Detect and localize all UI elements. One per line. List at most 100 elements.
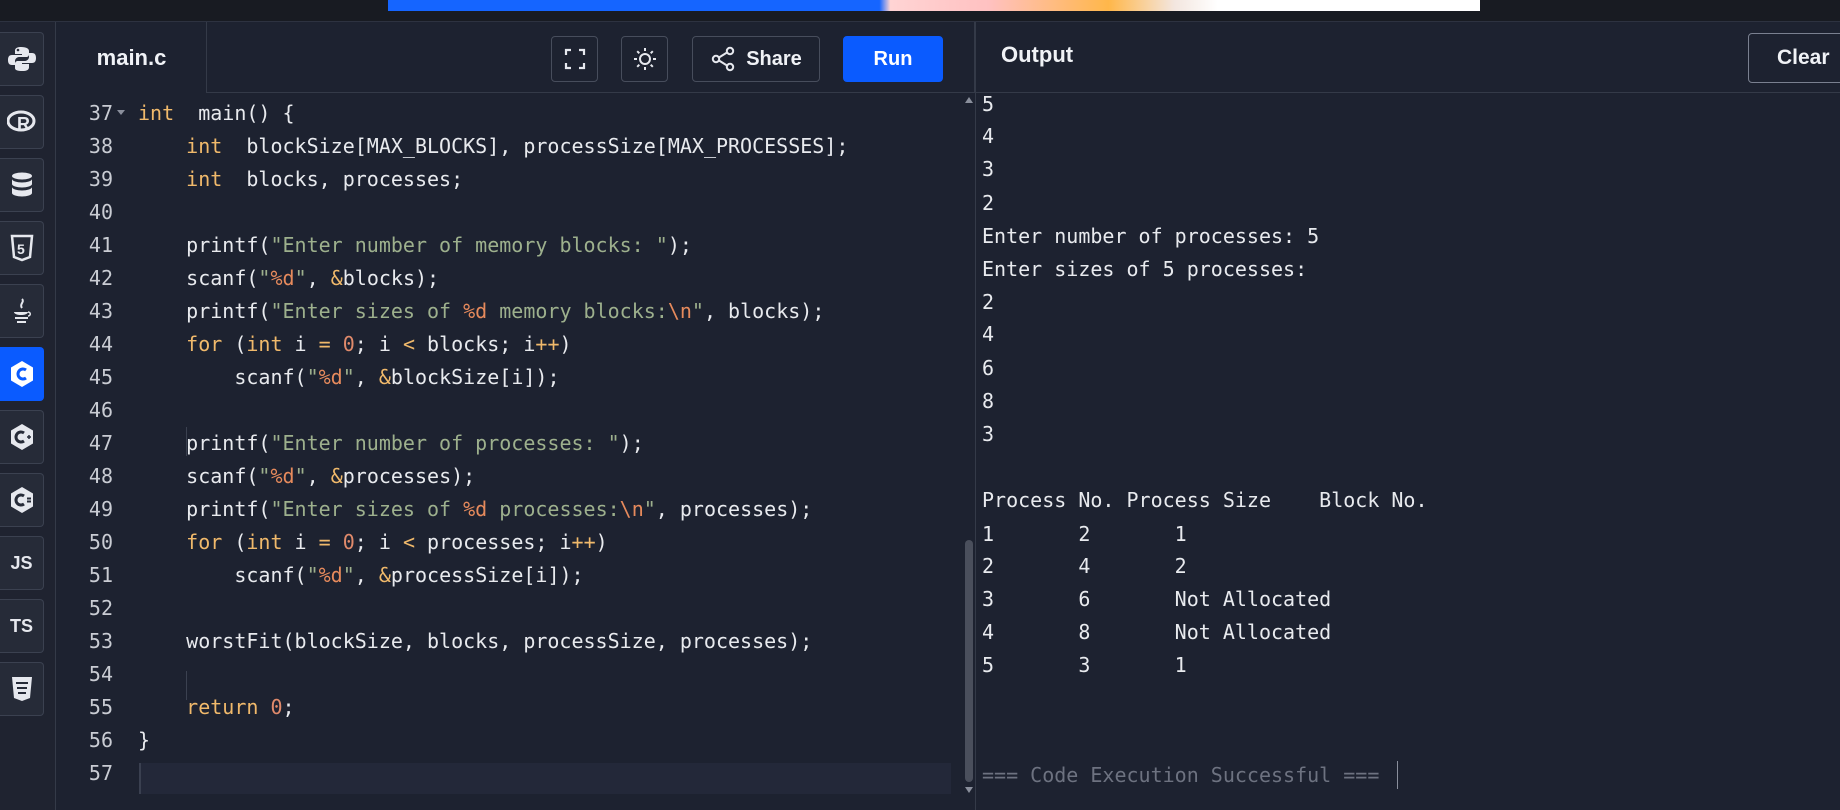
line-number: 41	[88, 233, 113, 257]
code-line[interactable]: 54	[57, 658, 957, 691]
code-line[interactable]: 48 scanf("%d", &processes);	[57, 460, 957, 493]
svg-text:R: R	[17, 114, 30, 134]
code-line[interactable]: 51 scanf("%d", &processSize[i]);	[57, 559, 957, 592]
editor-scrollbar[interactable]	[961, 93, 975, 810]
code-line[interactable]: 56}	[57, 724, 957, 757]
line-number: 37	[88, 101, 113, 125]
code-line[interactable]: 47 printf("Enter number of processes: ")…	[57, 427, 957, 460]
output-line: 4 8 Not Allocated	[982, 620, 1332, 645]
html5-icon[interactable]: 5	[0, 221, 44, 275]
share-button[interactable]: Share	[692, 36, 820, 82]
c-language-icon[interactable]	[0, 347, 44, 401]
clear-button[interactable]: Clear	[1748, 33, 1840, 83]
share-label: Share	[746, 47, 802, 70]
code-text: printf("Enter sizes of %d memory blocks:…	[138, 299, 825, 323]
python-icon[interactable]	[0, 32, 44, 86]
output-console[interactable]: 5 4 3 2 Enter number of processes: 5 Enter si…	[976, 93, 1840, 810]
line-number: 39	[88, 167, 113, 191]
database-icon[interactable]	[0, 158, 44, 212]
output-line: Enter sizes of 5 processes:	[982, 257, 1308, 281]
line-number: 57	[88, 761, 113, 785]
code-text: scanf("%d", &blocks);	[138, 266, 440, 290]
line-number: 47	[88, 431, 113, 455]
fullscreen-button[interactable]	[551, 36, 598, 82]
code-text: printf("Enter sizes of %d processes:\n",…	[138, 497, 813, 521]
output-line: 5	[982, 93, 995, 116]
output-line: Process No. Process Size Block No.	[982, 488, 1428, 513]
code-text: return 0;	[186, 695, 295, 719]
code-line[interactable]: 49 printf("Enter sizes of %d processes:\…	[57, 493, 957, 526]
output-line: 1 2 1	[982, 521, 1187, 546]
code-line[interactable]: 44 for (int i = 0; i < blocks; i++)	[57, 328, 957, 361]
code-line[interactable]: 37 int main() {	[57, 97, 957, 130]
line-number: 44	[88, 332, 113, 356]
css-icon[interactable]	[0, 662, 44, 716]
language-sidebar: R 5 JS TS	[0, 22, 56, 810]
javascript-icon[interactable]: JS	[0, 536, 44, 590]
code-text: }	[138, 728, 151, 752]
code-line[interactable]: 53 worstFit(blockSize, blocks, processSi…	[57, 625, 957, 658]
csharp-icon[interactable]	[0, 473, 44, 527]
ad-banner[interactable]	[388, 0, 1480, 11]
code-line[interactable]: 38 int blockSize[MAX_BLOCKS], processSiz…	[57, 130, 957, 163]
code-line[interactable]: 39 int blocks, processes;	[57, 163, 957, 196]
line-number: 55	[88, 695, 113, 719]
line-number: 56	[88, 728, 113, 752]
code-text: scanf("%d", &blockSize[i]);	[138, 365, 560, 389]
code-line[interactable]: 57	[57, 757, 957, 790]
run-button[interactable]: Run	[843, 36, 943, 82]
output-line: 4	[982, 322, 995, 347]
output-line: 6	[982, 355, 995, 380]
code-line[interactable]: 42 scanf("%d", &blocks);	[57, 262, 957, 295]
code-text: for (int i = 0; i < processes; i++)	[186, 530, 608, 554]
theme-toggle-button[interactable]	[621, 36, 668, 82]
scroll-up-icon[interactable]	[965, 97, 973, 103]
typescript-icon[interactable]: TS	[0, 599, 44, 653]
fullscreen-icon	[564, 48, 585, 70]
scroll-down-icon[interactable]	[965, 787, 973, 793]
code-line[interactable]: 43 printf("Enter sizes of %d memory bloc…	[57, 295, 957, 328]
output-line: 8	[982, 388, 995, 413]
code-text: int blocks, processes;	[186, 167, 464, 191]
code-line[interactable]: 45 scanf("%d", &blockSize[i]);	[57, 361, 957, 394]
line-number: 48	[88, 464, 113, 488]
share-icon	[712, 46, 735, 72]
line-number: 45	[88, 365, 113, 389]
code-text: scanf("%d", &processSize[i]);	[138, 563, 584, 587]
line-number: 54	[88, 662, 113, 686]
line-number: 52	[88, 596, 113, 620]
code-text: int main() {	[138, 101, 295, 125]
code-line[interactable]: 50 for (int i = 0; i < processes; i++)	[57, 526, 957, 559]
output-line: 2	[982, 190, 995, 215]
line-number: 43	[88, 299, 113, 323]
output-line: 2	[982, 290, 995, 315]
line-number: 50	[88, 530, 113, 554]
line-number: 49	[88, 497, 113, 521]
code-line[interactable]: 52	[57, 592, 957, 625]
text-cursor	[1397, 761, 1398, 789]
java-icon[interactable]	[0, 284, 44, 338]
line-number: 40	[88, 200, 113, 224]
code-text: worstFit(blockSize, blocks, processSize,…	[138, 629, 813, 653]
line-number: 38	[88, 134, 113, 158]
editor-toolbar: main.c Share Run	[57, 22, 975, 94]
code-text: scanf("%d", &processes);	[138, 464, 476, 488]
code-editor[interactable]: 37 int main() { 38 int blockSize[MAX_BLOCK…	[57, 93, 975, 810]
r-language-icon[interactable]: R	[0, 95, 44, 149]
output-line: 4	[982, 124, 995, 149]
scrollbar-thumb[interactable]	[965, 540, 973, 782]
tab-main-c[interactable]: main.c	[57, 22, 207, 94]
code-line[interactable]: 46	[57, 394, 957, 427]
code-text: printf("Enter number of processes: ");	[138, 431, 644, 455]
output-title: Output	[1001, 42, 1074, 67]
fold-arrow-icon[interactable]	[117, 110, 125, 115]
code-text: printf("Enter number of memory blocks: "…	[138, 233, 692, 257]
code-text: int blockSize[MAX_BLOCKS], processSize[M…	[186, 134, 849, 158]
line-number: 42	[88, 266, 113, 290]
code-line[interactable]: 41 printf("Enter number of memory blocks…	[57, 229, 957, 262]
code-line[interactable]: 40	[57, 196, 957, 229]
line-number: 53	[88, 629, 113, 653]
code-line[interactable]: 55 return 0;	[57, 691, 957, 724]
cpp-icon[interactable]	[0, 410, 44, 464]
output-toolbar: Output Clear	[976, 22, 1840, 93]
